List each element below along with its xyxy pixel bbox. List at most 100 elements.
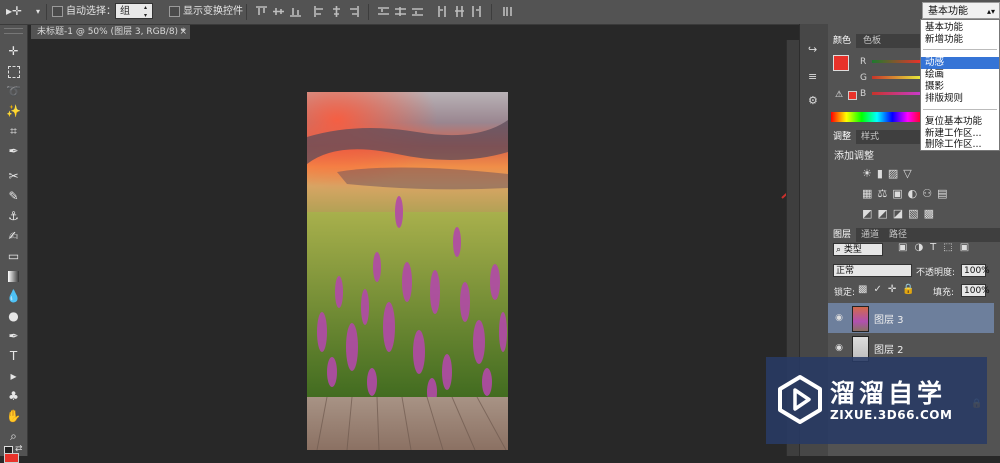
tab-channels[interactable]: 通道 (856, 228, 884, 242)
canvas-area[interactable] (28, 40, 919, 456)
eyedropper-tool-icon[interactable]: ✒ (5, 143, 22, 160)
opacity-field[interactable]: 100% (961, 264, 990, 277)
align-left-icon[interactable] (314, 6, 325, 17)
distribute-right-icon[interactable] (471, 6, 482, 17)
eye-icon[interactable]: ◉ (833, 312, 845, 324)
gradient-tool-icon[interactable] (5, 268, 22, 285)
shape-tool-icon[interactable]: ♣ (5, 388, 22, 405)
adjustment-icons-row2[interactable]: ▦⚖▣◐⚇▤ (862, 184, 972, 204)
tab-adjustments[interactable]: 调整 (828, 130, 857, 144)
channel-r-label: R (860, 57, 867, 67)
align-vcenter-icon[interactable] (273, 6, 284, 17)
history-icon[interactable]: ↪ (808, 43, 817, 56)
menu-separator (923, 49, 997, 50)
menu-item-painting[interactable]: 绘画 (921, 69, 999, 81)
workspace-switcher[interactable]: 基本功能 ▴▾ (922, 2, 1000, 19)
brush-tool-icon[interactable]: ✎ (5, 188, 22, 205)
close-icon[interactable]: × (179, 25, 187, 39)
r-slider[interactable] (872, 60, 920, 63)
menu-item-delete-workspace[interactable]: 删除工作区... (921, 139, 999, 151)
menu-item-essentials[interactable]: 基本功能 (921, 22, 999, 34)
layer-name: 图层 2 (874, 345, 904, 356)
foreground-color-swatch[interactable] (833, 55, 849, 71)
document-canvas[interactable] (307, 92, 508, 450)
properties-icon[interactable]: ⚙ (808, 94, 818, 107)
blend-mode-dropdown[interactable]: 正常 (833, 264, 912, 277)
adjustment-icons[interactable]: ☀▮▨▽ ▦⚖▣◐⚇▤ ◩◩◪▧▩ (862, 164, 972, 224)
channel-g-label: G (860, 73, 867, 83)
crop-tool-icon[interactable]: ⌗ (5, 123, 22, 140)
brush-presets-icon[interactable]: ≡ (808, 70, 817, 83)
show-transform-label: 显示变换控件 (183, 6, 243, 17)
move-tool-icon[interactable]: ✛ (5, 43, 22, 60)
menu-item-motion[interactable]: 动感 (921, 57, 999, 69)
layer-name: 图层 3 (874, 315, 904, 326)
layer-filter-dropdown[interactable]: ⌕ 类型 (833, 243, 883, 256)
magic-wand-tool-icon[interactable]: ✨ (5, 103, 22, 120)
layer-row-selected[interactable]: ◉ 图层 3 (828, 303, 994, 333)
tools-panel: ✛ ➰ ✨ ⌗ ✒ ✂ ✎ ⚓ ✍ ▭ 💧 ● ✒ T ▸ ♣ ✋ ⌕ ⇄ (0, 25, 28, 463)
document-tab[interactable]: 未标题-1 @ 50% (图层 3, RGB/8) * × (31, 25, 190, 39)
show-transform-checkbox[interactable] (169, 6, 180, 17)
distribute-hcenter-icon[interactable] (454, 6, 465, 17)
align-right-icon[interactable] (348, 6, 359, 17)
separator (368, 4, 369, 20)
adjustment-icons-row1[interactable]: ☀▮▨▽ (862, 164, 972, 184)
align-bottom-icon[interactable] (290, 6, 301, 17)
separator (46, 4, 47, 20)
separator (246, 4, 247, 20)
path-selection-tool-icon[interactable]: ▸ (5, 368, 22, 385)
lock-label: 锁定: (834, 288, 856, 298)
tab-styles[interactable]: 样式 (856, 130, 884, 144)
auto-align-icon[interactable] (502, 6, 513, 17)
separator (491, 4, 492, 20)
tab-layers[interactable]: 图层 (828, 228, 857, 242)
tab-paths[interactable]: 路径 (884, 228, 912, 242)
tab-color[interactable]: 颜色 (828, 34, 857, 48)
watermark: 溜溜自学 ZIXUE.3D66.COM (766, 357, 987, 444)
channel-b-label: B (860, 89, 867, 99)
adjustments-title: 添加调整 (834, 151, 874, 162)
history-brush-tool-icon[interactable]: ✍ (5, 228, 22, 245)
tab-swatches[interactable]: 色板 (858, 34, 886, 48)
dodge-tool-icon[interactable]: ● (5, 308, 22, 325)
toolbar-grip[interactable] (4, 28, 23, 34)
type-tool-icon[interactable]: T (5, 348, 22, 365)
align-top-icon[interactable] (256, 6, 267, 17)
eraser-tool-icon[interactable]: ▭ (5, 248, 22, 265)
menu-item-reset-essentials[interactable]: 复位基本功能 (921, 116, 999, 128)
hand-tool-icon[interactable]: ✋ (5, 408, 22, 425)
auto-select-checkbox[interactable] (52, 6, 63, 17)
menu-item-photography[interactable]: 摄影 (921, 81, 999, 93)
menu-item-typography[interactable]: 排版规则 (921, 93, 999, 105)
clone-stamp-tool-icon[interactable]: ⚓ (5, 208, 22, 225)
layer-thumbnail (852, 306, 869, 332)
b-slider[interactable] (872, 92, 920, 95)
color-spectrum[interactable] (831, 112, 923, 122)
distribute-vcenter-icon[interactable] (395, 6, 406, 17)
lasso-tool-icon[interactable]: ➰ (5, 83, 22, 100)
menu-item-new-in-cs[interactable]: 新增功能 (921, 34, 999, 46)
marquee-tool-icon[interactable] (5, 63, 22, 80)
distribute-left-icon[interactable] (437, 6, 448, 17)
menu-separator (923, 109, 997, 110)
eye-icon[interactable]: ◉ (833, 342, 845, 354)
distribute-bottom-icon[interactable] (412, 6, 423, 17)
layer-filter-icons[interactable]: ▣◑T⬚▣ (898, 242, 976, 253)
filter-kind-label: 类型 (843, 245, 862, 255)
chevron-down-icon[interactable]: ▾ (36, 5, 40, 19)
healing-brush-tool-icon[interactable]: ✂ (5, 168, 22, 185)
pen-tool-icon[interactable]: ✒ (5, 328, 22, 345)
adjustment-icons-row3[interactable]: ◩◩◪▧▩ (862, 204, 972, 224)
fill-field[interactable]: 100% (961, 284, 990, 297)
foreground-color-swatch[interactable] (4, 453, 19, 463)
gamut-color-swatch[interactable] (848, 91, 857, 100)
auto-select-dropdown[interactable]: 组 (115, 3, 153, 20)
lock-icons[interactable]: ▩✓✛🔒 (858, 284, 921, 295)
align-hcenter-icon[interactable] (331, 6, 342, 17)
blur-tool-icon[interactable]: 💧 (5, 288, 22, 305)
g-slider[interactable] (872, 76, 920, 79)
move-tool-preset-icon[interactable]: ▸✛ (6, 4, 22, 18)
zoom-tool-icon[interactable]: ⌕ (5, 428, 22, 445)
distribute-top-icon[interactable] (378, 6, 389, 17)
